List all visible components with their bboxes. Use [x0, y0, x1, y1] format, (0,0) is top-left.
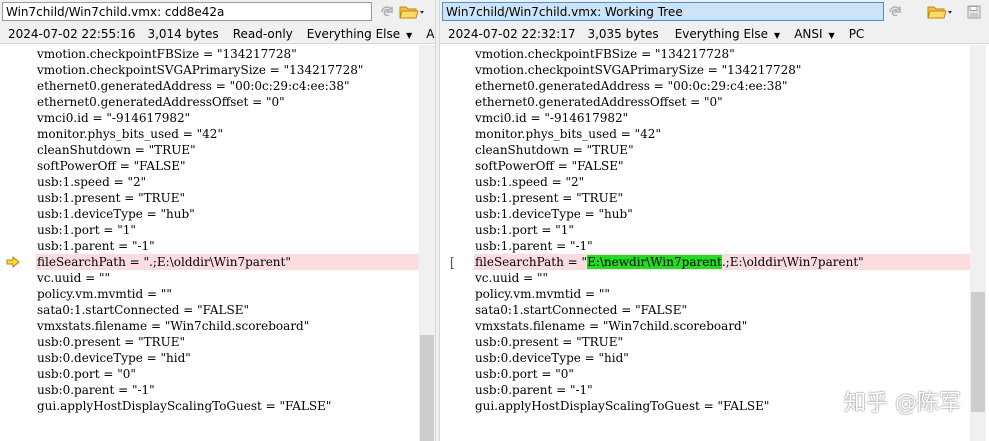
left-encoding-dropdown[interactable]: ANSI▼: [426, 27, 435, 41]
left-gutter: [0, 45, 30, 441]
right-lineend[interactable]: PC: [849, 27, 865, 41]
code-line: usb:1.port = "1": [37, 223, 136, 237]
right-filter-label: Everything Else: [674, 26, 769, 41]
right-scrollbar[interactable]: [970, 45, 986, 441]
left-info-bar: 2024-07-02 22:55:16 3,014 bytes Read-onl…: [0, 24, 435, 44]
diff-line-suffix: .;E:\olddir\Win7parent": [721, 255, 864, 269]
diff-bracket-icon: [: [448, 256, 456, 271]
code-line: usb:1.speed = "2": [37, 175, 147, 189]
open-folder-icon[interactable]: [926, 2, 954, 22]
refresh-icon[interactable]: [884, 2, 906, 22]
code-line: usb:1.present = "TRUE": [37, 191, 186, 205]
code-line: usb:0.parent = "-1": [37, 383, 155, 397]
code-line: softPowerOff = "FALSE": [475, 159, 624, 173]
code-line: sata0:1.startConnected = "FALSE": [475, 303, 688, 317]
code-line: usb:0.present = "TRUE": [475, 335, 624, 349]
right-scrollbar-thumb[interactable]: [971, 292, 985, 412]
code-line: ethernet0.generatedAddressOffset = "0": [37, 95, 285, 109]
code-line: ethernet0.generatedAddress = "00:0c:29:c…: [37, 79, 350, 93]
code-line: sata0:1.startConnected = "FALSE": [37, 303, 250, 317]
code-line: usb:1.parent = "-1": [37, 239, 155, 253]
left-code-view[interactable]: vmotion.checkpointFBSize = "134217728" vm…: [36, 46, 419, 441]
code-line: cleanShutdown = "TRUE": [475, 143, 634, 157]
code-line: vmotion.checkpointSVGAPrimarySize = "134…: [37, 63, 364, 77]
right-gutter: [: [440, 45, 470, 441]
left-filter-dropdown[interactable]: Everything Else ▼: [307, 27, 427, 41]
code-line: usb:1.deviceType = "hub": [37, 207, 195, 221]
left-size: 3,014 bytes: [147, 26, 219, 41]
code-line: monitor.phys_bits_used = "42": [475, 127, 661, 141]
code-line: vmci0.id = "-914617982": [37, 111, 191, 125]
diff-line-prefix: fileSearchPath = ": [475, 255, 588, 269]
code-line: usb:1.speed = "2": [475, 175, 585, 189]
right-code-view[interactable]: vmotion.checkpointFBSize = "134217728" vm…: [474, 46, 970, 441]
code-line: usb:1.port = "1": [475, 223, 574, 237]
right-date: 2024-07-02 22:32:17: [448, 26, 576, 41]
left-encoding-label: ANSI: [426, 26, 435, 41]
chevron-down-icon: ▼: [406, 30, 413, 40]
code-line: usb:0.port = "0": [475, 367, 574, 381]
right-path-bar: Win7child/Win7child.vmx: Working Tree: [440, 0, 989, 24]
current-diff-arrow-icon: [6, 255, 20, 272]
code-line: vmotion.checkpointSVGAPrimarySize = "134…: [475, 63, 802, 77]
code-line: policy.vm.mvmtid = "": [37, 287, 172, 301]
code-line: policy.vm.mvmtid = "": [475, 287, 610, 301]
diff-line: fileSearchPath = "E:\newdir\Win7parent.;…: [474, 254, 970, 270]
right-path-field[interactable]: Win7child/Win7child.vmx: Working Tree: [442, 2, 884, 21]
code-line: usb:0.present = "TRUE": [37, 335, 186, 349]
code-line: monitor.phys_bits_used = "42": [37, 127, 223, 141]
left-path-field[interactable]: Win7child/Win7child.vmx: cdd8e42a: [2, 2, 372, 21]
code-line: usb:0.deviceType = "hid": [475, 351, 629, 365]
open-folder-icon[interactable]: [398, 2, 426, 22]
code-line: vmotion.checkpointFBSize = "134217728": [37, 47, 297, 61]
code-line: usb:0.deviceType = "hid": [37, 351, 191, 365]
code-line: vc.uuid = "": [37, 271, 111, 285]
left-mode: Read-only: [232, 26, 293, 41]
chevron-down-icon: ▼: [774, 30, 781, 40]
code-line: usb:1.deviceType = "hub": [475, 207, 633, 221]
left-scrollbar[interactable]: [419, 45, 435, 441]
watermark: 知乎 @陈军: [844, 391, 961, 416]
code-line: usb:1.present = "TRUE": [475, 191, 624, 205]
code-line: softPowerOff = "FALSE": [37, 159, 186, 173]
code-line: ethernet0.generatedAddress = "00:0c:29:c…: [475, 79, 788, 93]
code-line: usb:0.port = "0": [37, 367, 136, 381]
chevron-down-icon: ▼: [828, 30, 835, 40]
right-encoding-dropdown[interactable]: ANSI ▼: [794, 27, 849, 41]
left-filter-label: Everything Else: [306, 26, 401, 41]
refresh-icon[interactable]: [376, 2, 398, 22]
diff-line: fileSearchPath = ".;E:\olddir\Win7parent…: [36, 254, 419, 270]
left-pane: Win7child/Win7child.vmx: cdd8e42a 2024-0…: [0, 0, 435, 441]
code-line: vmxstats.filename = "Win7child.scoreboar…: [475, 319, 748, 333]
left-date: 2024-07-02 22:55:16: [8, 26, 136, 41]
right-info-bar: 2024-07-02 22:32:17 3,035 bytes Everythi…: [440, 24, 989, 44]
left-scrollbar-thumb[interactable]: [420, 335, 434, 441]
code-line: vc.uuid = "": [475, 271, 549, 285]
code-line: ethernet0.generatedAddressOffset = "0": [475, 95, 723, 109]
right-encoding-label: ANSI: [794, 26, 823, 41]
code-line: usb:1.parent = "-1": [475, 239, 593, 253]
right-size: 3,035 bytes: [587, 26, 659, 41]
save-icon[interactable]: [964, 2, 984, 22]
code-line: vmxstats.filename = "Win7child.scoreboar…: [37, 319, 310, 333]
code-line: vmci0.id = "-914617982": [475, 111, 629, 125]
code-line: cleanShutdown = "TRUE": [37, 143, 196, 157]
left-path-bar: Win7child/Win7child.vmx: cdd8e42a: [0, 0, 435, 24]
right-filter-dropdown[interactable]: Everything Else ▼: [675, 27, 795, 41]
inserted-text: E:\newdir\Win7parent: [587, 255, 722, 269]
code-line: gui.applyHostDisplayScalingToGuest = "FA…: [37, 399, 332, 413]
code-line: vmotion.checkpointFBSize = "134217728": [475, 47, 735, 61]
